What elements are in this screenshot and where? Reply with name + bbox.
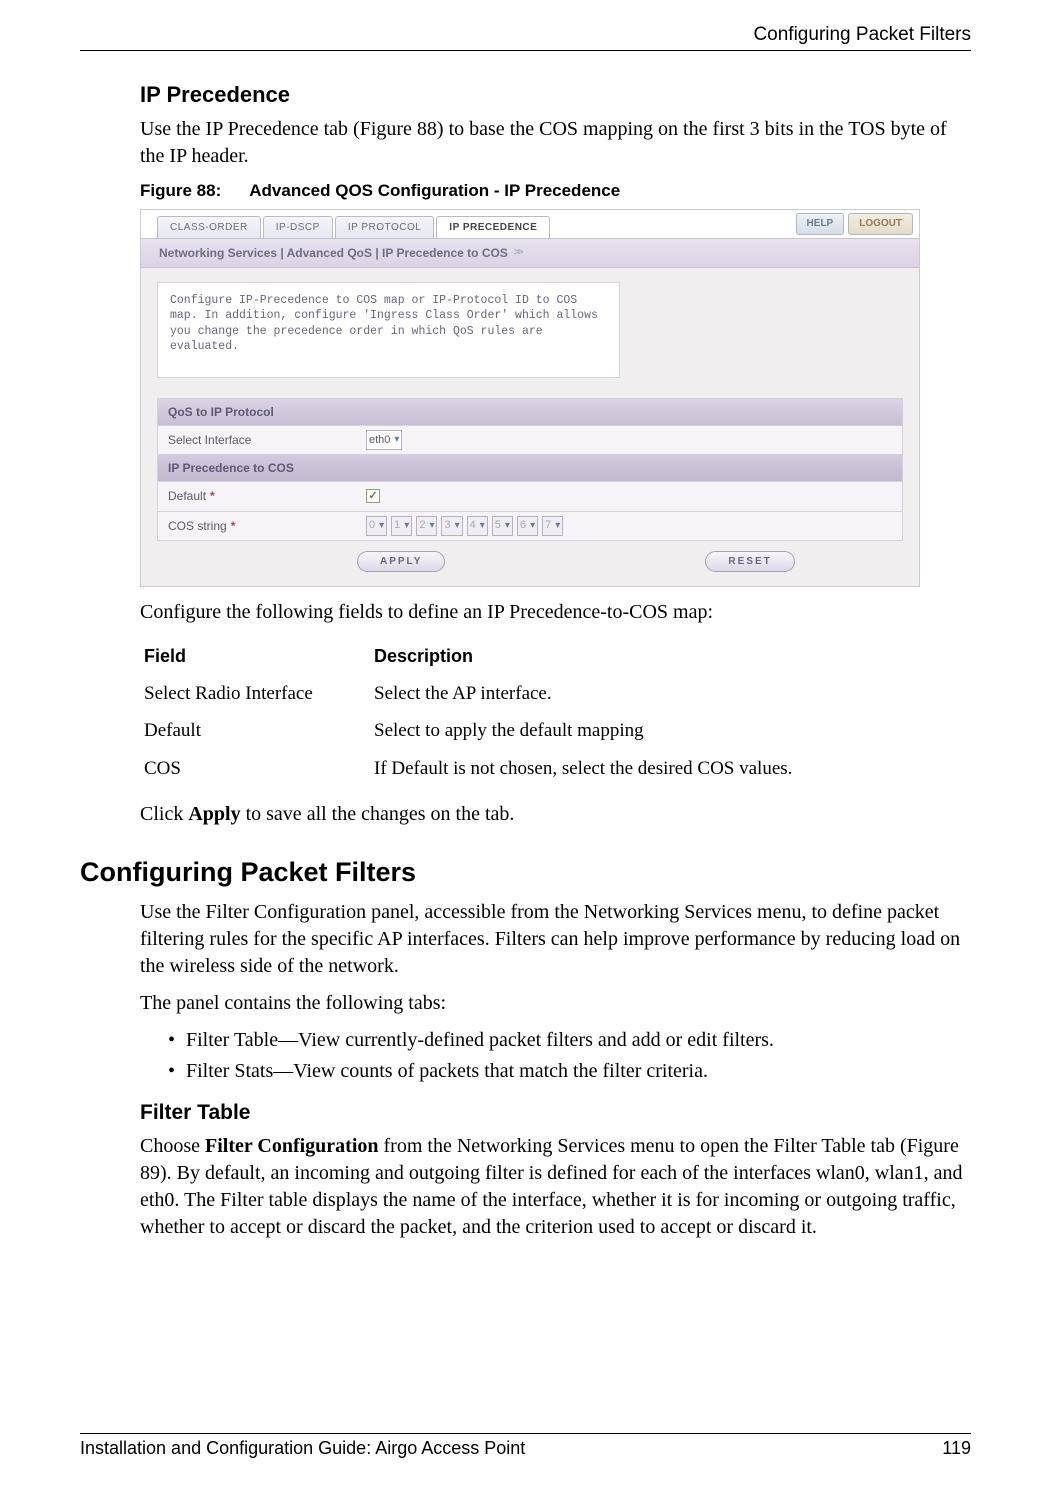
footer-rule <box>80 1433 971 1434</box>
label-cos-string-text: COS string <box>168 519 227 533</box>
running-header: Configuring Packet Filters <box>753 22 971 48</box>
cell-field: Default <box>140 712 370 750</box>
cos-select-0[interactable]: 0▾ <box>366 516 387 536</box>
cos-select-4[interactable]: 4▾ <box>467 516 488 536</box>
cell-description: If Default is not chosen, select the des… <box>370 750 971 788</box>
figure-title: Advanced QOS Configuration - IP Preceden… <box>249 181 620 200</box>
cell-field: Select Radio Interface <box>140 675 370 713</box>
breadcrumb: Networking Services | Advanced QoS | IP … <box>141 238 919 268</box>
apply-bold: Apply <box>188 803 240 825</box>
tab-ip-dscp[interactable]: IP-DSCP <box>263 216 333 238</box>
tab-ip-precedence[interactable]: IP PRECEDENCE <box>436 216 550 238</box>
chevron-down-icon: ▾ <box>404 519 409 533</box>
reset-button[interactable]: RESET <box>705 551 794 573</box>
table-row: Select Radio Interface Select the AP int… <box>140 675 971 713</box>
header-rule <box>80 50 971 51</box>
label-default-text: Default <box>168 489 206 503</box>
chevron-right-icon: >> <box>514 246 522 260</box>
cell-description: Select to apply the default mapping <box>370 712 971 750</box>
label-select-interface: Select Interface <box>158 426 358 454</box>
logout-button[interactable]: LOGOUT <box>848 213 913 235</box>
help-button[interactable]: HELP <box>796 213 845 235</box>
table-row: COS If Default is not chosen, select the… <box>140 750 971 788</box>
cos-select-6[interactable]: 6▾ <box>517 516 538 536</box>
info-box: Configure IP-Precedence to COS map or IP… <box>157 282 620 378</box>
required-icon: * <box>210 489 215 503</box>
cpf-paragraph-1: Use the Filter Configuration panel, acce… <box>140 899 971 980</box>
intro-paragraph: Use the IP Precedence tab (Figure 88) to… <box>140 116 971 170</box>
label-default: Default * <box>158 482 358 510</box>
list-item: Filter Stats—View counts of packets that… <box>168 1058 971 1085</box>
chevron-down-icon: ▾ <box>530 519 535 533</box>
table-row: Default Select to apply the default mapp… <box>140 712 971 750</box>
chevron-down-icon: ▾ <box>379 519 384 533</box>
chevron-down-icon: ▾ <box>480 519 485 533</box>
section-qos-ip-protocol: QoS to IP Protocol <box>157 398 903 425</box>
apply-instruction: Click Apply to save all the changes on t… <box>140 801 971 828</box>
cos-select-5[interactable]: 5▾ <box>492 516 513 536</box>
cell-description: Select the AP interface. <box>370 675 971 713</box>
tab-bar: CLASS-ORDER IP-DSCP IP PROTOCOL IP PRECE… <box>141 210 796 238</box>
chevron-down-icon: ▾ <box>555 519 560 533</box>
chevron-down-icon: ▾ <box>455 519 460 533</box>
th-field: Field <box>140 636 370 674</box>
cos-select-7[interactable]: 7▾ <box>542 516 563 536</box>
cos-select-1[interactable]: 1▾ <box>391 516 412 536</box>
required-icon: * <box>231 519 236 533</box>
page-number: 119 <box>942 1436 971 1460</box>
chevron-down-icon: ▾ <box>394 433 399 447</box>
field-description-table: Field Description Select Radio Interface… <box>140 636 971 787</box>
default-checkbox[interactable]: ✓ <box>366 489 380 503</box>
tab-class-order[interactable]: CLASS-ORDER <box>157 216 261 238</box>
select-interface-dropdown[interactable]: eth0 ▾ <box>366 430 402 450</box>
label-cos-string: COS string * <box>158 512 358 540</box>
heading-ip-precedence: IP Precedence <box>140 80 971 110</box>
cos-select-2[interactable]: 2▾ <box>416 516 437 536</box>
chevron-down-icon: ▾ <box>505 519 510 533</box>
cell-field: COS <box>140 750 370 788</box>
tab-ip-protocol[interactable]: IP PROTOCOL <box>335 216 434 238</box>
section-ip-precedence-to-cos: IP Precedence to COS <box>157 454 903 481</box>
footer-title: Installation and Configuration Guide: Ai… <box>80 1436 525 1460</box>
breadcrumb-text: Networking Services | Advanced QoS | IP … <box>159 245 508 261</box>
chevron-down-icon: ▾ <box>429 519 434 533</box>
filter-table-paragraph: Choose Filter Configuration from the Net… <box>140 1133 971 1241</box>
filter-configuration-bold: Filter Configuration <box>205 1135 379 1157</box>
configure-intro: Configure the following fields to define… <box>140 599 971 626</box>
th-description: Description <box>370 636 971 674</box>
screenshot-panel: CLASS-ORDER IP-DSCP IP PROTOCOL IP PRECE… <box>140 209 920 588</box>
figure-number: Figure 88: <box>140 181 221 200</box>
heading-filter-table: Filter Table <box>140 1099 971 1127</box>
figure-caption: Figure 88: Advanced QOS Configuration - I… <box>140 180 971 203</box>
apply-button[interactable]: APPLY <box>357 551 445 573</box>
cpf-paragraph-2: The panel contains the following tabs: <box>140 990 971 1017</box>
list-item: Filter Table—View currently-defined pack… <box>168 1027 971 1054</box>
cos-select-3[interactable]: 3▾ <box>441 516 462 536</box>
heading-configuring-packet-filters: Configuring Packet Filters <box>80 854 971 890</box>
page-footer: Installation and Configuration Guide: Ai… <box>80 1436 971 1460</box>
select-interface-value: eth0 <box>369 433 390 448</box>
cpf-bullet-list: Filter Table—View currently-defined pack… <box>168 1027 971 1085</box>
